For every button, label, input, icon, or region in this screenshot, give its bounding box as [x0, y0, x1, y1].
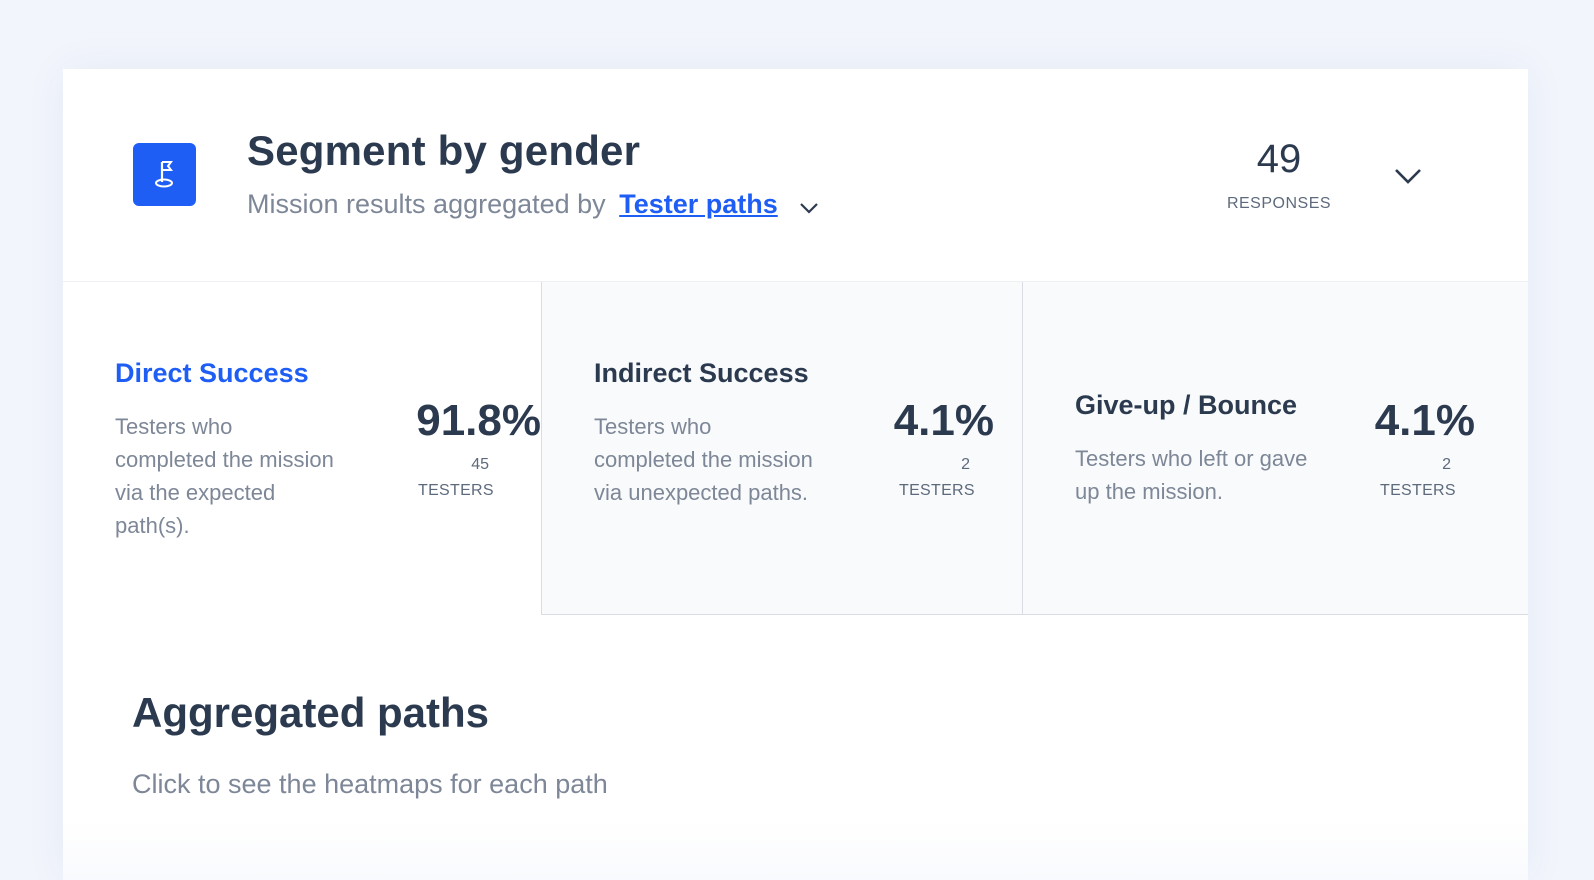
stat-description: Testers who completed the mission via th… — [115, 414, 334, 538]
aggregated-paths-subtitle: Click to see the heatmaps for each path — [132, 769, 608, 799]
stat-count: 45 — [471, 456, 489, 473]
responses-count: 49 — [1256, 137, 1302, 181]
stat-description: Testers who completed the mission via un… — [594, 414, 813, 505]
results-card: Segment by gender Mission results aggreg… — [63, 69, 1528, 880]
subtitle-prefix: Mission results aggregated by — [247, 189, 606, 219]
page-title: Segment by gender — [247, 127, 641, 174]
result-stats: Direct Success Testers who completed the… — [63, 282, 1528, 615]
flag-icon-glyph — [154, 160, 173, 187]
stat-count: 2 — [1442, 456, 1451, 473]
stat-title: Give-up / Bounce — [1075, 390, 1298, 420]
chevron-down-icon[interactable] — [799, 190, 819, 221]
stat-title: Indirect Success — [594, 358, 809, 388]
stat-title: Direct Success — [115, 358, 309, 388]
aggregation-subtitle: Mission results aggregated by Tester pat… — [247, 189, 819, 221]
stat-description: Testers who left or gave up the mission. — [1075, 446, 1308, 504]
flag-icon — [133, 143, 196, 206]
tester-paths-link[interactable]: Tester paths — [619, 189, 778, 219]
card-header: Segment by gender Mission results aggreg… — [63, 69, 1528, 282]
stat-direct-success[interactable]: Direct Success Testers who completed the… — [63, 282, 541, 615]
stat-indirect-success[interactable]: Indirect Success Testers who completed t… — [541, 282, 1022, 615]
stat-percent: 4.1% — [893, 396, 994, 445]
responses-counter: 49 RESPONSES — [1213, 137, 1345, 213]
stat-count-label: TESTERS — [899, 482, 975, 499]
stat-percent: 4.1% — [1374, 396, 1475, 445]
responses-label: RESPONSES — [1226, 195, 1332, 212]
aggregated-paths-title: Aggregated paths — [132, 689, 490, 736]
stat-percent: 91.8% — [416, 396, 541, 445]
bottom-fade — [63, 820, 1528, 880]
stat-count-label: TESTERS — [1380, 482, 1456, 499]
stat-count: 2 — [961, 456, 970, 473]
stat-count-label: TESTERS — [418, 482, 494, 499]
stat-give-up-bounce[interactable]: Give-up / Bounce Testers who left or gav… — [1022, 282, 1528, 615]
collapse-chevron-icon[interactable] — [1388, 161, 1428, 191]
